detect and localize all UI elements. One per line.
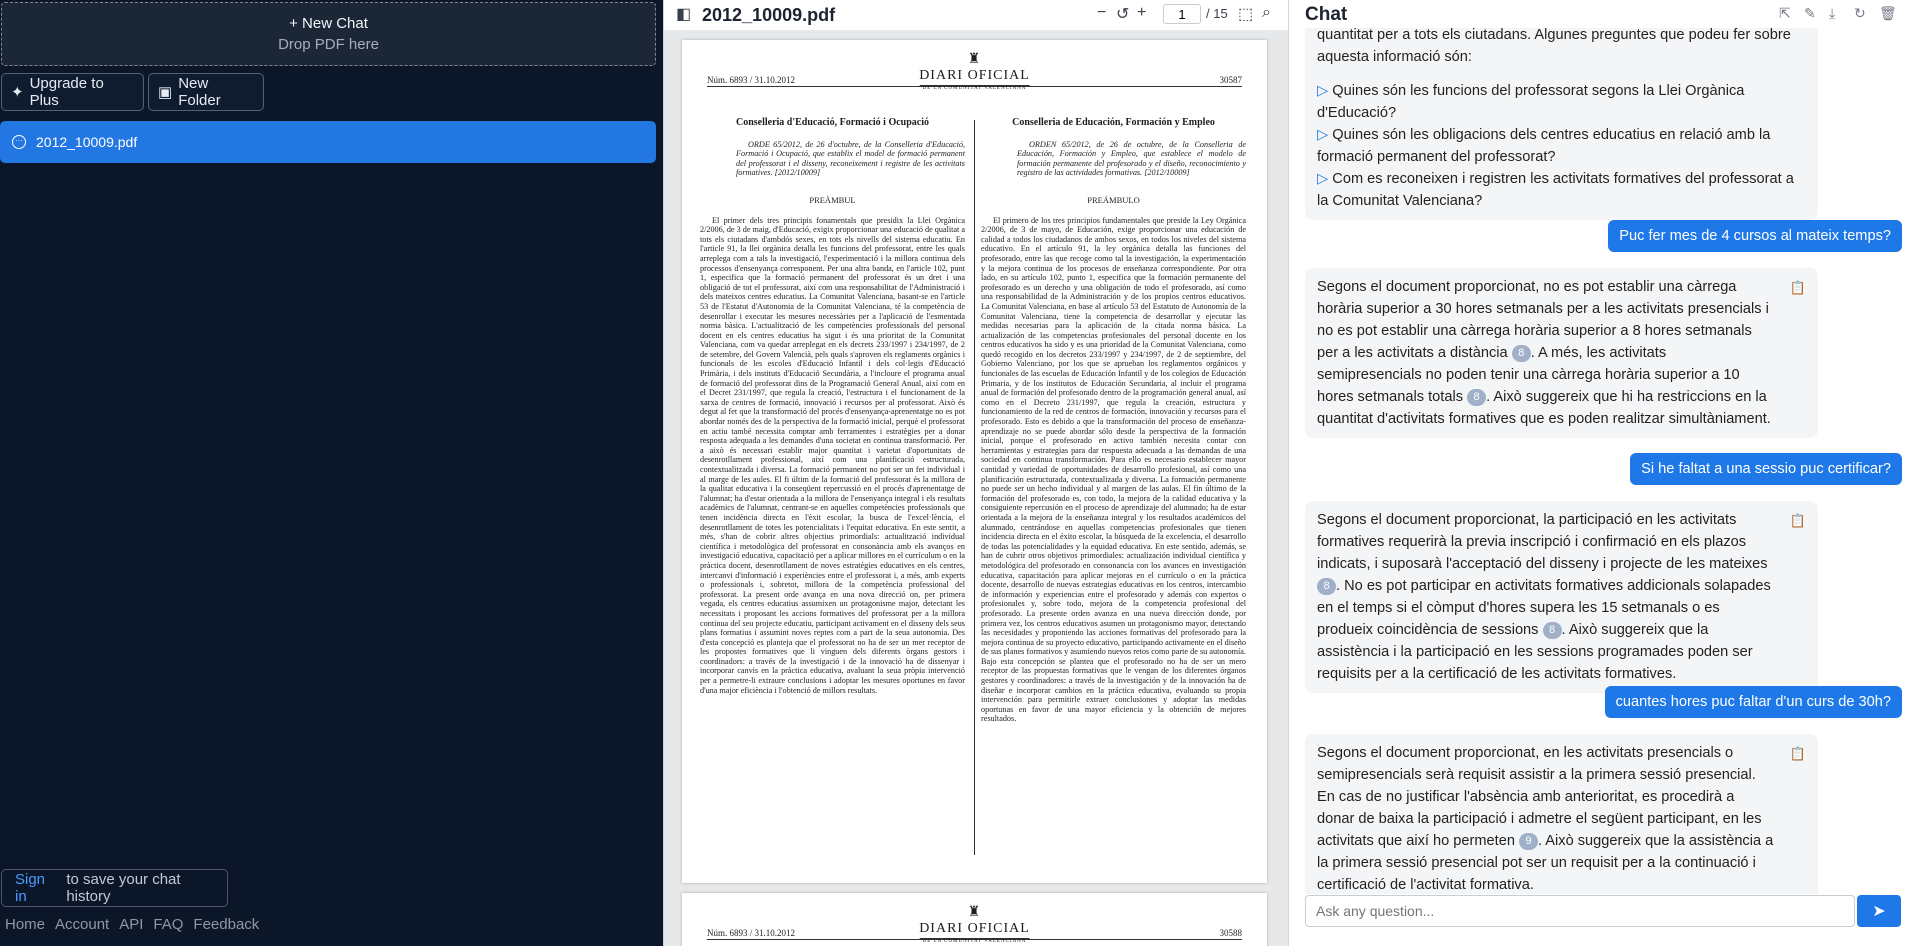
page-number: 30588 [1219, 928, 1243, 938]
page-number: 30587 [1219, 75, 1243, 85]
copy-icon[interactable]: 📋 [1790, 277, 1806, 299]
right-title: Conselleria de Educación, Formación y Em… [1012, 117, 1215, 128]
left-order: ORDE 65/2012, de 26 d'octubre, de la Con… [736, 139, 965, 178]
refresh-icon[interactable]: ↻ [1854, 5, 1866, 22]
copy-icon[interactable]: 📋 [1790, 743, 1806, 765]
crest-icon: ♜ [967, 52, 982, 67]
citation-badge[interactable]: 8 [1467, 388, 1487, 406]
crest-icon: ♜ [967, 905, 982, 920]
pdf-title: 2012_10009.pdf [702, 5, 836, 25]
question-input-box [1305, 895, 1855, 927]
pdf-page-1: Núm. 6893 / 31.10.2012 ♜ DIARI OFICIAL D… [682, 40, 1267, 883]
download-icon[interactable]: ⤓ [1829, 5, 1835, 22]
pdf-viewer: ◧ 2012_10009.pdf − ↺ + / 15 ⬚ ⌕ Núm. 689… [663, 0, 1288, 946]
suggested-question[interactable]: ▷ Quines són les obligacions dels centre… [1317, 124, 1806, 168]
masthead-subtitle: DE LA COMUNITAT VALENCIANA [919, 85, 1030, 91]
folder-plus-icon: ▣ [158, 84, 173, 101]
footer-api-link[interactable]: API [119, 916, 143, 933]
right-order: ORDEN 65/2012, de 26 de octubre, de la C… [1017, 139, 1246, 178]
drop-pdf-label: Drop PDF here [278, 36, 379, 53]
message-intro: quantitat per a tots els ciutadans. Algu… [1317, 28, 1791, 65]
search-icon[interactable]: ⌕ [1262, 4, 1271, 22]
new-chat-dropzone[interactable]: + New Chat Drop PDF here [1, 2, 656, 66]
page-total: / 15 [1206, 6, 1228, 21]
citation-badge[interactable]: 8 [1317, 577, 1336, 595]
user-message: cuantes hores puc faltar d'un curs de 30… [1604, 686, 1902, 718]
pdf-toolbar: ◧ 2012_10009.pdf − ↺ + / 15 ⬚ ⌕ [664, 0, 1288, 30]
arrow-icon: ▷ [1317, 127, 1329, 143]
footer-home-link[interactable]: Home [5, 916, 45, 933]
rotate-icon[interactable]: ↺ [1116, 4, 1129, 24]
page-header: Núm. 6893 / 31.10.2012 ♜ DIARI OFICIAL D… [707, 52, 1243, 91]
footer-links: Home Account API FAQ Feedback [5, 916, 259, 933]
footer-feedback-link[interactable]: Feedback [193, 916, 259, 933]
left-body: El primer dels tres principis fonamental… [700, 215, 965, 695]
sidebar-toggle-icon[interactable]: ◧ [676, 4, 691, 24]
page-number-input[interactable] [1163, 4, 1201, 24]
citation-badge[interactable]: 9 [1519, 832, 1538, 850]
sidebar: + New Chat Drop PDF here ✦ Upgrade to Pl… [0, 0, 663, 946]
zoom-in-icon[interactable]: + [1137, 4, 1146, 22]
zoom-out-icon[interactable]: − [1097, 4, 1106, 22]
column-divider [974, 120, 975, 855]
masthead: ♜ DIARI OFICIAL DE LA COMUNITAT VALENCIA… [919, 51, 1030, 91]
chat-item-label: 2012_10009.pdf [36, 134, 138, 150]
left-column: Conselleria d'Educació, Formació i Ocupa… [700, 118, 965, 695]
suggested-question[interactable]: ▷ Com es reconeixen i registren les acti… [1317, 168, 1806, 212]
masthead-title: DIARI OFICIAL [919, 68, 1030, 83]
signin-link[interactable]: Sign in [15, 871, 60, 905]
assistant-message: quantitat per a tots els ciutadans. Algu… [1305, 28, 1818, 220]
chat-panel: Chat ⇱ ✎ ⤓ ↻ 🗑 quantitat per a tots els … [1288, 0, 1910, 946]
send-button[interactable]: ➤ [1857, 895, 1901, 927]
chat-bubble-icon: ··· [12, 135, 26, 149]
send-icon: ➤ [1872, 903, 1886, 920]
message-list: quantitat per a tots els ciutadans. Algu… [1289, 28, 1910, 894]
assistant-message: Segons el document proporcionat, no es p… [1305, 268, 1818, 438]
page-issue: Núm. 6893 / 31.10.2012 [707, 75, 796, 85]
right-body: El primero de los tres principios fundam… [981, 215, 1246, 724]
share-icon[interactable]: ⇱ [1779, 5, 1791, 22]
assistant-message: Segons el document proporcionat, en les … [1305, 734, 1818, 894]
chat-header: Chat ⇱ ✎ ⤓ ↻ 🗑 [1289, 0, 1910, 28]
new-chat-label[interactable]: + New Chat [289, 15, 368, 32]
arrow-icon: ▷ [1317, 171, 1329, 187]
right-heading: PREÁMBULO [1087, 194, 1140, 205]
signin-text: to save your chat history [66, 871, 181, 905]
arrow-icon: ▷ [1317, 83, 1329, 99]
signin-box: Sign in to save your chat history [1, 869, 228, 907]
left-heading: PREÀMBUL [809, 194, 856, 205]
footer-account-link[interactable]: Account [55, 916, 109, 933]
upgrade-label: Upgrade to Plus [29, 75, 104, 109]
page-header: Núm. 6893 / 31.10.2012 ♜ DIARI OFICIAL D… [707, 905, 1243, 944]
question-input[interactable] [1316, 903, 1854, 919]
masthead: ♜ DIARI OFICIAL DE LA COMUNITAT VALENCIA… [919, 904, 1030, 944]
user-message: Puc fer mes de 4 cursos al mateix temps? [1608, 220, 1902, 252]
left-title: Conselleria d'Educació, Formació i Ocupa… [735, 117, 930, 128]
citation-badge[interactable]: 8 [1511, 344, 1531, 362]
new-folder-button[interactable]: ▣ New Folder [148, 73, 264, 111]
pdf-page-2: Núm. 6893 / 31.10.2012 ♜ DIARI OFICIAL D… [682, 893, 1267, 946]
right-column: Conselleria de Educación, Formación y Em… [981, 118, 1246, 724]
page-issue: Núm. 6893 / 31.10.2012 [707, 928, 796, 938]
trash-icon[interactable]: 🗑 [1879, 5, 1897, 22]
suggested-question[interactable]: ▷ Quines són les funcions del professora… [1317, 80, 1806, 124]
new-folder-label: New Folder [178, 75, 221, 109]
user-message: Si he faltat a una sessio puc certificar… [1630, 453, 1902, 485]
sparkle-icon: ✦ [11, 84, 24, 101]
edit-icon[interactable]: ✎ [1804, 5, 1816, 22]
masthead-title: DIARI OFICIAL [919, 921, 1030, 936]
copy-icon[interactable]: 📋 [1790, 510, 1806, 532]
select-tool-icon[interactable]: ⬚ [1238, 4, 1253, 24]
masthead-subtitle: DE LA COMUNITAT VALENCIANA [919, 938, 1030, 944]
assistant-message: Segons el document proporcionat, la part… [1305, 501, 1818, 693]
footer-faq-link[interactable]: FAQ [153, 916, 183, 933]
upgrade-button[interactable]: ✦ Upgrade to Plus [1, 73, 144, 111]
chat-title: Chat [1305, 4, 1348, 25]
citation-badge[interactable]: 8 [1542, 621, 1562, 639]
chat-list-item[interactable]: ··· 2012_10009.pdf [0, 121, 656, 163]
